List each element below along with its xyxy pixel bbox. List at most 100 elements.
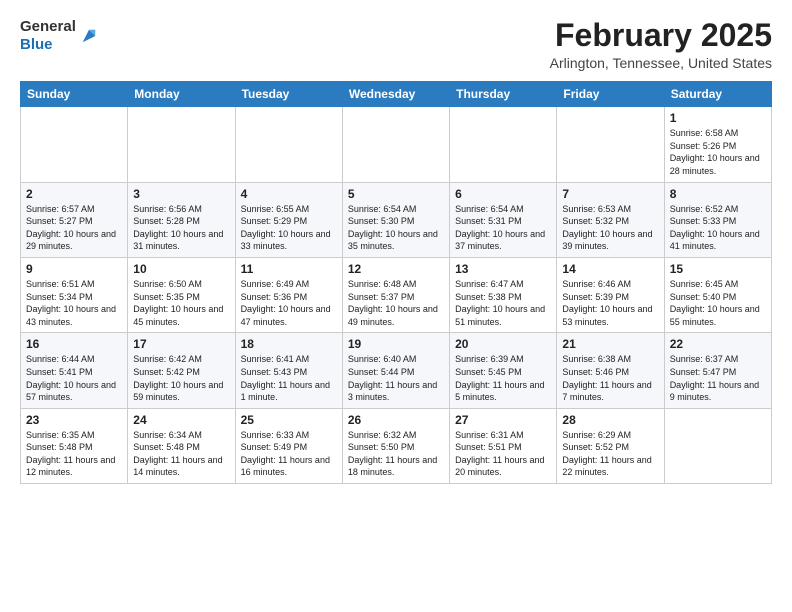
- day-number: 26: [348, 413, 444, 427]
- day-number: 27: [455, 413, 551, 427]
- day-number: 11: [241, 262, 337, 276]
- logo-icon: [78, 25, 100, 47]
- calendar-cell: 16 Sunrise: 6:44 AM Sunset: 5:41 PM Dayli…: [21, 333, 128, 408]
- calendar-cell: 13 Sunrise: 6:47 AM Sunset: 5:38 PM Dayli…: [450, 257, 557, 332]
- day-info: Sunrise: 6:52 AM Sunset: 5:33 PM Dayligh…: [670, 203, 766, 253]
- day-number: 25: [241, 413, 337, 427]
- day-info: Sunrise: 6:47 AM Sunset: 5:38 PM Dayligh…: [455, 278, 551, 328]
- day-number: 3: [133, 187, 229, 201]
- calendar-cell: 2 Sunrise: 6:57 AM Sunset: 5:27 PM Daylig…: [21, 182, 128, 257]
- weekday-header-thursday: Thursday: [450, 82, 557, 107]
- day-number: 12: [348, 262, 444, 276]
- calendar-cell: [128, 107, 235, 182]
- day-number: 20: [455, 337, 551, 351]
- day-number: 21: [562, 337, 658, 351]
- day-info: Sunrise: 6:41 AM Sunset: 5:43 PM Dayligh…: [241, 353, 337, 403]
- calendar-cell: 4 Sunrise: 6:55 AM Sunset: 5:29 PM Daylig…: [235, 182, 342, 257]
- week-row-3: 9 Sunrise: 6:51 AM Sunset: 5:34 PM Daylig…: [21, 257, 772, 332]
- calendar-cell: 6 Sunrise: 6:54 AM Sunset: 5:31 PM Daylig…: [450, 182, 557, 257]
- day-info: Sunrise: 6:34 AM Sunset: 5:48 PM Dayligh…: [133, 429, 229, 479]
- day-info: Sunrise: 6:51 AM Sunset: 5:34 PM Dayligh…: [26, 278, 122, 328]
- day-number: 19: [348, 337, 444, 351]
- calendar-cell: 18Sunrise: 6:41 AM Sunset: 5:43 PM Dayli…: [235, 333, 342, 408]
- weekday-header-saturday: Saturday: [664, 82, 771, 107]
- calendar-cell: 15 Sunrise: 6:45 AM Sunset: 5:40 PM Dayli…: [664, 257, 771, 332]
- day-number: 6: [455, 187, 551, 201]
- calendar-cell: 19 Sunrise: 6:40 AM Sunset: 5:44 PM Dayli…: [342, 333, 449, 408]
- day-info: Sunrise: 6:58 AM Sunset: 5:26 PM Dayligh…: [670, 127, 766, 177]
- day-number: 13: [455, 262, 551, 276]
- calendar-cell: 21 Sunrise: 6:38 AM Sunset: 5:46 PM Dayli…: [557, 333, 664, 408]
- day-info: Sunrise: 6:54 AM Sunset: 5:31 PM Dayligh…: [455, 203, 551, 253]
- weekday-header-friday: Friday: [557, 82, 664, 107]
- day-info: Sunrise: 6:37 AM Sunset: 5:47 PM Dayligh…: [670, 353, 766, 403]
- calendar-cell: [664, 408, 771, 483]
- calendar-cell: [235, 107, 342, 182]
- calendar-cell: [342, 107, 449, 182]
- day-number: 23: [26, 413, 122, 427]
- calendar-cell: 22 Sunrise: 6:37 AM Sunset: 5:47 PM Dayli…: [664, 333, 771, 408]
- calendar-cell: 23 Sunrise: 6:35 AM Sunset: 5:48 PM Dayli…: [21, 408, 128, 483]
- day-number: 28: [562, 413, 658, 427]
- day-info: Sunrise: 6:45 AM Sunset: 5:40 PM Dayligh…: [670, 278, 766, 328]
- calendar-cell: [21, 107, 128, 182]
- day-info: Sunrise: 6:33 AM Sunset: 5:49 PM Dayligh…: [241, 429, 337, 479]
- calendar-cell: 25 Sunrise: 6:33 AM Sunset: 5:49 PM Dayli…: [235, 408, 342, 483]
- weekday-header-wednesday: Wednesday: [342, 82, 449, 107]
- calendar-cell: 8 Sunrise: 6:52 AM Sunset: 5:33 PM Daylig…: [664, 182, 771, 257]
- day-info: Sunrise: 6:50 AM Sunset: 5:35 PM Dayligh…: [133, 278, 229, 328]
- day-info: Sunrise: 6:29 AM Sunset: 5:52 PM Dayligh…: [562, 429, 658, 479]
- day-number: 2: [26, 187, 122, 201]
- week-row-2: 2 Sunrise: 6:57 AM Sunset: 5:27 PM Daylig…: [21, 182, 772, 257]
- day-number: 24: [133, 413, 229, 427]
- day-info: Sunrise: 6:55 AM Sunset: 5:29 PM Dayligh…: [241, 203, 337, 253]
- day-info: Sunrise: 6:54 AM Sunset: 5:30 PM Dayligh…: [348, 203, 444, 253]
- calendar-cell: 9 Sunrise: 6:51 AM Sunset: 5:34 PM Daylig…: [21, 257, 128, 332]
- calendar-cell: 27 Sunrise: 6:31 AM Sunset: 5:51 PM Dayli…: [450, 408, 557, 483]
- day-info: Sunrise: 6:56 AM Sunset: 5:28 PM Dayligh…: [133, 203, 229, 253]
- calendar-cell: 20 Sunrise: 6:39 AM Sunset: 5:45 PM Dayli…: [450, 333, 557, 408]
- day-number: 16: [26, 337, 122, 351]
- day-number: 14: [562, 262, 658, 276]
- page-header: General Blue February 2025 Arlington, Te…: [20, 18, 772, 71]
- day-info: Sunrise: 6:38 AM Sunset: 5:46 PM Dayligh…: [562, 353, 658, 403]
- calendar-cell: 14 Sunrise: 6:46 AM Sunset: 5:39 PM Dayli…: [557, 257, 664, 332]
- day-info: Sunrise: 6:40 AM Sunset: 5:44 PM Dayligh…: [348, 353, 444, 403]
- weekday-header-row: SundayMondayTuesdayWednesdayThursdayFrid…: [21, 82, 772, 107]
- day-info: Sunrise: 6:42 AM Sunset: 5:42 PM Dayligh…: [133, 353, 229, 403]
- calendar-cell: 10 Sunrise: 6:50 AM Sunset: 5:35 PM Dayli…: [128, 257, 235, 332]
- logo-text: General Blue: [20, 18, 76, 54]
- day-number: 22: [670, 337, 766, 351]
- day-info: Sunrise: 6:44 AM Sunset: 5:41 PM Dayligh…: [26, 353, 122, 403]
- day-info: Sunrise: 6:46 AM Sunset: 5:39 PM Dayligh…: [562, 278, 658, 328]
- day-info: Sunrise: 6:48 AM Sunset: 5:37 PM Dayligh…: [348, 278, 444, 328]
- day-info: Sunrise: 6:39 AM Sunset: 5:45 PM Dayligh…: [455, 353, 551, 403]
- week-row-4: 16 Sunrise: 6:44 AM Sunset: 5:41 PM Dayli…: [21, 333, 772, 408]
- day-number: 4: [241, 187, 337, 201]
- day-info: Sunrise: 6:53 AM Sunset: 5:32 PM Dayligh…: [562, 203, 658, 253]
- day-info: Sunrise: 6:32 AM Sunset: 5:50 PM Dayligh…: [348, 429, 444, 479]
- calendar-cell: [557, 107, 664, 182]
- day-number: 9: [26, 262, 122, 276]
- day-info: Sunrise: 6:31 AM Sunset: 5:51 PM Dayligh…: [455, 429, 551, 479]
- day-number: 8: [670, 187, 766, 201]
- day-info: Sunrise: 6:57 AM Sunset: 5:27 PM Dayligh…: [26, 203, 122, 253]
- calendar-cell: [450, 107, 557, 182]
- calendar: SundayMondayTuesdayWednesdayThursdayFrid…: [20, 81, 772, 484]
- calendar-cell: 17 Sunrise: 6:42 AM Sunset: 5:42 PM Dayli…: [128, 333, 235, 408]
- calendar-cell: 12 Sunrise: 6:48 AM Sunset: 5:37 PM Dayli…: [342, 257, 449, 332]
- day-number: 17: [133, 337, 229, 351]
- month-title: February 2025: [550, 18, 772, 53]
- day-number: 15: [670, 262, 766, 276]
- day-info: Sunrise: 6:35 AM Sunset: 5:48 PM Dayligh…: [26, 429, 122, 479]
- weekday-header-monday: Monday: [128, 82, 235, 107]
- calendar-cell: 1 Sunrise: 6:58 AM Sunset: 5:26 PM Daylig…: [664, 107, 771, 182]
- day-number: 1: [670, 111, 766, 125]
- calendar-cell: 11Sunrise: 6:49 AM Sunset: 5:36 PM Dayli…: [235, 257, 342, 332]
- day-number: 5: [348, 187, 444, 201]
- title-block: February 2025 Arlington, Tennessee, Unit…: [550, 18, 772, 71]
- calendar-cell: 24 Sunrise: 6:34 AM Sunset: 5:48 PM Dayli…: [128, 408, 235, 483]
- week-row-5: 23 Sunrise: 6:35 AM Sunset: 5:48 PM Dayli…: [21, 408, 772, 483]
- day-number: 10: [133, 262, 229, 276]
- logo: General Blue: [20, 18, 100, 54]
